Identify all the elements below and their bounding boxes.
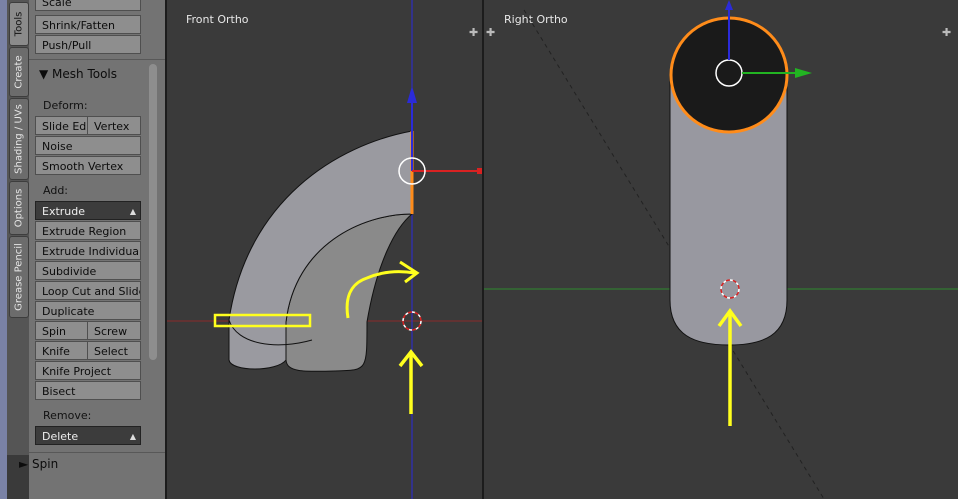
tab-shading-uvs-label: Shading / UVs — [13, 104, 25, 174]
tab-create[interactable]: Create — [9, 47, 29, 97]
deform-label: Deform: — [43, 99, 88, 112]
right-ortho-viewport[interactable]: Right Ortho ✚ ✚ — [484, 0, 958, 499]
screw-button[interactable]: Screw — [87, 321, 141, 340]
tool-tabs: Tools Create Shading / UVs Options Greas… — [7, 0, 29, 455]
delete-select-value: Delete — [42, 430, 79, 443]
spin-button[interactable]: Spin — [35, 321, 88, 340]
front-viewport-canvas — [167, 0, 482, 499]
front-ortho-viewport[interactable]: Front Ortho ✚ — [167, 0, 482, 499]
spin-operator-header[interactable]: ► Spin — [19, 457, 58, 471]
tab-grease-pencil[interactable]: Grease Pencil — [9, 236, 29, 318]
slide-edge-button[interactable]: Slide Ed — [35, 116, 88, 135]
arrow-right-icon[interactable] — [795, 68, 812, 78]
tab-create-label: Create — [13, 55, 25, 89]
duplicate-button[interactable]: Duplicate — [35, 301, 141, 320]
knife-select-button[interactable]: Select — [87, 341, 141, 360]
extrude-region-button[interactable]: Extrude Region — [35, 221, 141, 240]
mesh-tools-header[interactable]: ▼ Mesh Tools — [39, 67, 117, 81]
panel-divider — [29, 452, 165, 453]
loop-cut-button[interactable]: Loop Cut and Slide — [35, 281, 141, 300]
right-viewport-canvas — [484, 0, 958, 499]
updown-arrow-icon: ▲ — [129, 207, 136, 216]
collapse-arrow-icon: ▼ — [39, 67, 53, 81]
updown-arrow-icon: ▲ — [129, 432, 136, 441]
noise-button[interactable]: Noise — [35, 136, 141, 155]
tab-options-label: Options — [13, 188, 25, 228]
extrude-select-value: Extrude — [42, 205, 86, 218]
tab-shading-uvs[interactable]: Shading / UVs — [9, 98, 29, 180]
bisect-button[interactable]: Bisect — [35, 381, 141, 400]
expand-arrow-icon: ► — [19, 457, 33, 471]
tab-grease-pencil-label: Grease Pencil — [13, 243, 25, 311]
smooth-vertex-button[interactable]: Smooth Vertex — [35, 156, 141, 175]
push-pull-button[interactable]: Push/Pull — [35, 35, 141, 54]
tab-tools-label: Tools — [13, 11, 25, 37]
subdivide-button[interactable]: Subdivide — [35, 261, 141, 280]
spin-operator-title: Spin — [32, 457, 59, 471]
extrude-select[interactable]: Extrude ▲ — [35, 201, 141, 220]
delete-select[interactable]: Delete ▲ — [35, 426, 141, 445]
panel-divider — [29, 59, 165, 60]
tab-tools[interactable]: Tools — [9, 2, 29, 46]
add-label: Add: — [43, 184, 69, 197]
knife-project-button[interactable]: Knife Project — [35, 361, 141, 380]
toolshelf-scrollbar[interactable] — [149, 64, 157, 360]
remove-label: Remove: — [43, 409, 92, 422]
vertex-slide-button[interactable]: Vertex — [87, 116, 141, 135]
knife-button[interactable]: Knife — [35, 341, 88, 360]
scale-button[interactable]: Scale — [35, 0, 141, 11]
arrow-up-icon[interactable] — [725, 0, 733, 10]
arrow-up-icon[interactable] — [407, 86, 417, 103]
tool-shelf: Scale Shrink/Fatten Push/Pull ▼ Mesh Too… — [19, 0, 165, 499]
tab-options[interactable]: Options — [9, 181, 29, 235]
mesh-tools-title: Mesh Tools — [52, 67, 118, 81]
extrude-individual-button[interactable]: Extrude Individual — [35, 241, 141, 260]
shrink-fatten-button[interactable]: Shrink/Fatten — [35, 15, 141, 34]
window-edge-strip — [0, 0, 7, 499]
